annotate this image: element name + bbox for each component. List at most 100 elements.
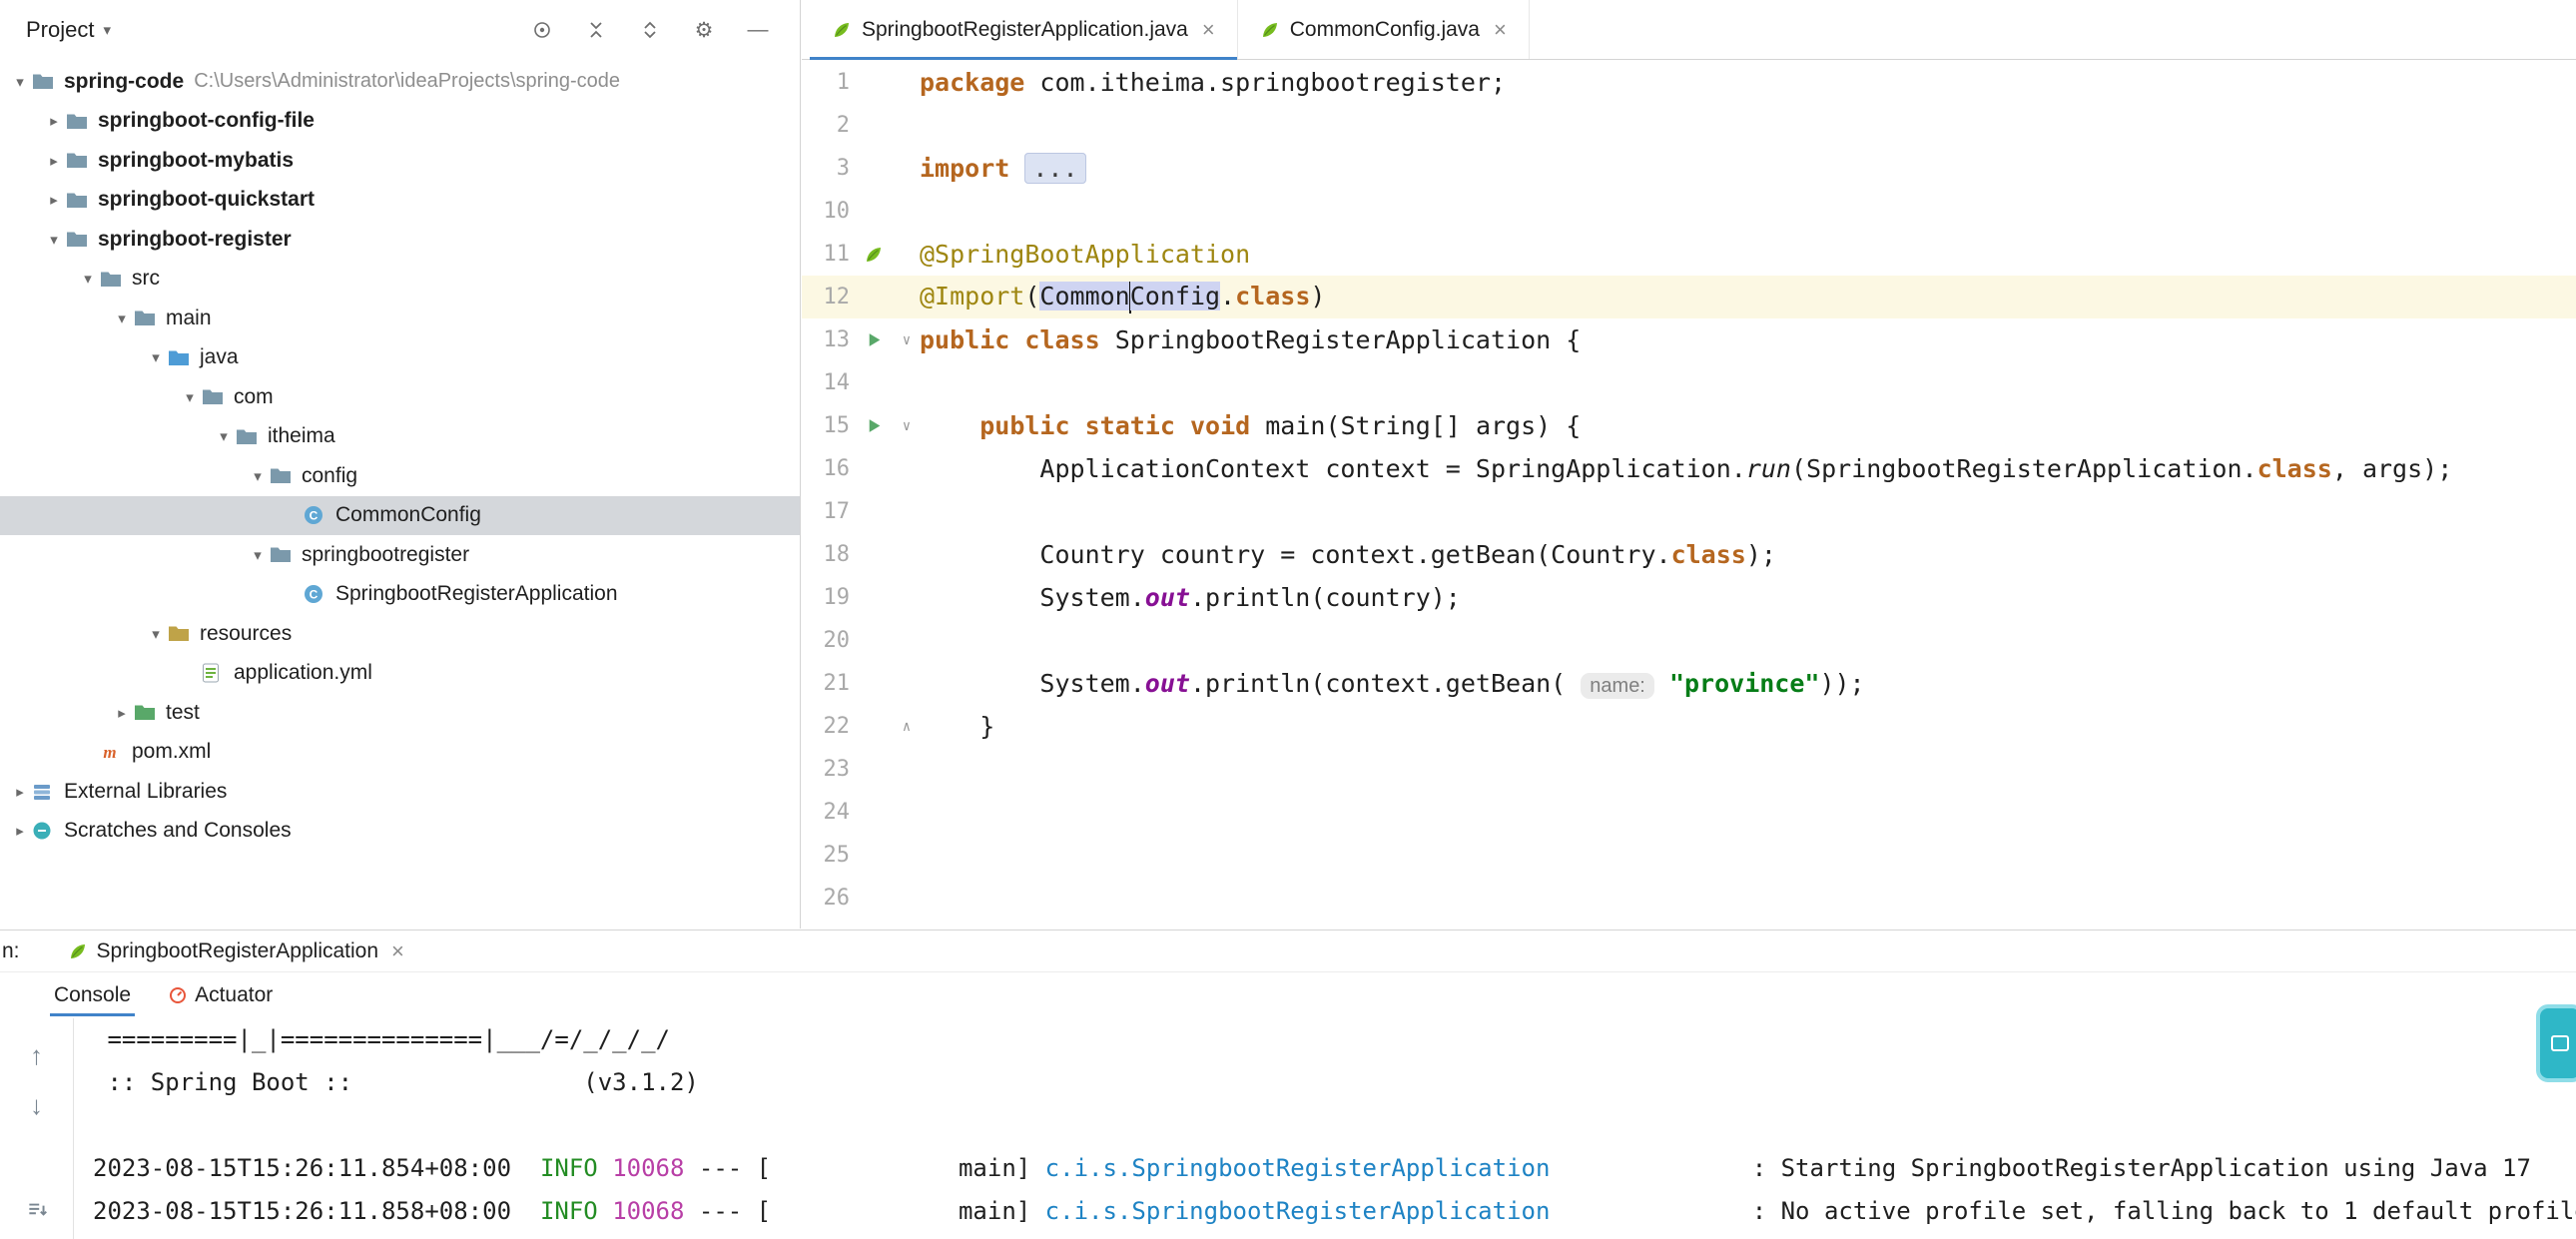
editor-line-2[interactable]: 2: [802, 104, 2576, 147]
tree-item-main[interactable]: ▾main: [0, 299, 800, 338]
chevron-down-icon[interactable]: ▾: [8, 73, 32, 91]
line-number[interactable]: 13: [802, 327, 854, 352]
editor-line-17[interactable]: 17: [802, 490, 2576, 533]
close-icon[interactable]: ×: [1202, 17, 1215, 43]
line-number[interactable]: 14: [802, 370, 854, 395]
editor-line-11[interactable]: 11@SpringBootApplication: [802, 233, 2576, 276]
fold-icon[interactable]: ∨: [894, 418, 920, 434]
line-number[interactable]: 24: [802, 800, 854, 825]
line-number[interactable]: 19: [802, 585, 854, 610]
tree-item-pom-xml[interactable]: mpom.xml: [0, 733, 800, 773]
line-number[interactable]: 2: [802, 113, 854, 138]
line-number[interactable]: 1: [802, 70, 854, 95]
tree-item-springboot-quickstart[interactable]: ▸springboot-quickstart: [0, 181, 800, 221]
screen-capture-overlay-button[interactable]: [2536, 1004, 2576, 1082]
close-icon[interactable]: ×: [1494, 17, 1507, 43]
editor-line-26[interactable]: 26: [802, 877, 2576, 920]
chevron-down-icon[interactable]: ▾: [42, 231, 66, 249]
tree-item-test[interactable]: ▸test: [0, 693, 800, 733]
editor-line-15[interactable]: 15∨ public static void main(String[] arg…: [802, 404, 2576, 447]
chevron-right-icon[interactable]: ▸: [8, 822, 32, 840]
chevron-down-icon[interactable]: ▾: [212, 427, 236, 445]
chevron-down-icon[interactable]: ▾: [246, 546, 270, 564]
tree-item-java[interactable]: ▾java: [0, 338, 800, 378]
editor-line-20[interactable]: 20: [802, 619, 2576, 662]
chevron-right-icon[interactable]: ▸: [110, 704, 134, 722]
spring-bean-icon[interactable]: [854, 245, 894, 265]
collapse-all-icon[interactable]: [584, 18, 608, 42]
tree-item-commonconfig[interactable]: CCommonConfig: [0, 496, 800, 536]
tree-item-application-yml[interactable]: application.yml: [0, 654, 800, 694]
editor-line-14[interactable]: 14: [802, 361, 2576, 404]
editor-line-1[interactable]: 1package com.itheima.springbootregister;: [802, 61, 2576, 104]
line-number[interactable]: 18: [802, 542, 854, 567]
line-number[interactable]: 26: [802, 886, 854, 911]
chevron-down-icon[interactable]: ▾: [144, 625, 168, 643]
line-number[interactable]: 11: [802, 242, 854, 267]
tree-item-config[interactable]: ▾config: [0, 456, 800, 496]
line-number[interactable]: 20: [802, 628, 854, 653]
line-number[interactable]: 3: [802, 156, 854, 181]
down-arrow-icon[interactable]: ↓: [24, 1092, 50, 1118]
line-number[interactable]: 16: [802, 456, 854, 481]
editor-line-18[interactable]: 18 Country country = context.getBean(Cou…: [802, 533, 2576, 576]
locate-file-icon[interactable]: [530, 18, 554, 42]
editor-line-10[interactable]: 10: [802, 190, 2576, 233]
editor-line-19[interactable]: 19 System.out.println(country);: [802, 576, 2576, 619]
run-config-tab[interactable]: SpringbootRegisterApplication ×: [58, 938, 414, 964]
editor-line-12[interactable]: 12@Import(CommonConfig.class): [802, 276, 2576, 318]
fold-icon[interactable]: ∧: [894, 719, 920, 735]
code-editor[interactable]: 1package com.itheima.springbootregister;…: [802, 61, 2576, 929]
fold-icon[interactable]: ∨: [894, 332, 920, 348]
tree-item-springbootregisterapplication[interactable]: CSpringbootRegisterApplication: [0, 575, 800, 615]
editor-line-24[interactable]: 24: [802, 791, 2576, 834]
run-gutter-icon[interactable]: [854, 331, 894, 348]
tree-item-springbootregister[interactable]: ▾springbootregister: [0, 535, 800, 575]
line-number[interactable]: 12: [802, 285, 854, 310]
line-number[interactable]: 21: [802, 671, 854, 696]
hide-panel-icon[interactable]: —: [746, 18, 770, 42]
line-number[interactable]: 10: [802, 199, 854, 224]
tree-item-src[interactable]: ▾src: [0, 260, 800, 300]
tree-item-com[interactable]: ▾com: [0, 377, 800, 417]
editor-line-21[interactable]: 21 System.out.println(context.getBean( n…: [802, 662, 2576, 705]
chevron-right-icon[interactable]: ▸: [42, 191, 66, 209]
chevron-down-icon[interactable]: ▾: [246, 467, 270, 485]
line-number[interactable]: 17: [802, 499, 854, 524]
tree-item-itheima[interactable]: ▾itheima: [0, 417, 800, 457]
up-arrow-icon[interactable]: ↑: [24, 1042, 50, 1068]
tree-item-resources[interactable]: ▾resources: [0, 614, 800, 654]
line-number[interactable]: 23: [802, 757, 854, 782]
chevron-down-icon[interactable]: ▾: [76, 270, 100, 288]
editor-line-25[interactable]: 25: [802, 834, 2576, 877]
tab-springbootregisterapplication-java[interactable]: SpringbootRegisterApplication.java ×: [810, 0, 1238, 59]
project-view-dropdown[interactable]: Project ▾: [26, 17, 111, 43]
chevron-right-icon[interactable]: ▸: [42, 152, 66, 170]
chevron-right-icon[interactable]: ▸: [42, 112, 66, 130]
line-number[interactable]: 15: [802, 413, 854, 438]
tab-actuator[interactable]: Actuator: [155, 974, 287, 1016]
line-number[interactable]: 25: [802, 843, 854, 868]
chevron-down-icon[interactable]: ▾: [144, 348, 168, 366]
close-icon[interactable]: ×: [391, 938, 404, 964]
tree-item-external-libraries[interactable]: ▸External Libraries: [0, 772, 800, 812]
editor-line-16[interactable]: 16 ApplicationContext context = SpringAp…: [802, 447, 2576, 490]
line-number[interactable]: 22: [802, 714, 854, 739]
editor-line-3[interactable]: 3import ...: [802, 147, 2576, 190]
chevron-down-icon[interactable]: ▾: [110, 310, 134, 327]
tree-item-spring-code[interactable]: ▾spring-codeC:\Users\Administrator\ideaP…: [0, 62, 800, 102]
tree-item-scratches-and-consoles[interactable]: ▸Scratches and Consoles: [0, 812, 800, 852]
editor-line-23[interactable]: 23: [802, 748, 2576, 791]
tree-item-springboot-config-file[interactable]: ▸springboot-config-file: [0, 102, 800, 142]
soft-wrap-icon[interactable]: [24, 1198, 50, 1222]
tab-commonconfig-java[interactable]: CommonConfig.java ×: [1238, 0, 1530, 59]
tree-item-springboot-mybatis[interactable]: ▸springboot-mybatis: [0, 141, 800, 181]
tree-item-springboot-register[interactable]: ▾springboot-register: [0, 220, 800, 260]
tab-console[interactable]: Console: [40, 974, 145, 1016]
chevron-right-icon[interactable]: ▸: [8, 783, 32, 801]
editor-line-13[interactable]: 13∨public class SpringbootRegisterApplic…: [802, 318, 2576, 361]
run-gutter-icon[interactable]: [854, 417, 894, 434]
settings-gear-icon[interactable]: ⚙: [692, 18, 716, 42]
editor-line-22[interactable]: 22∧ }: [802, 705, 2576, 748]
expand-all-icon[interactable]: [638, 18, 662, 42]
